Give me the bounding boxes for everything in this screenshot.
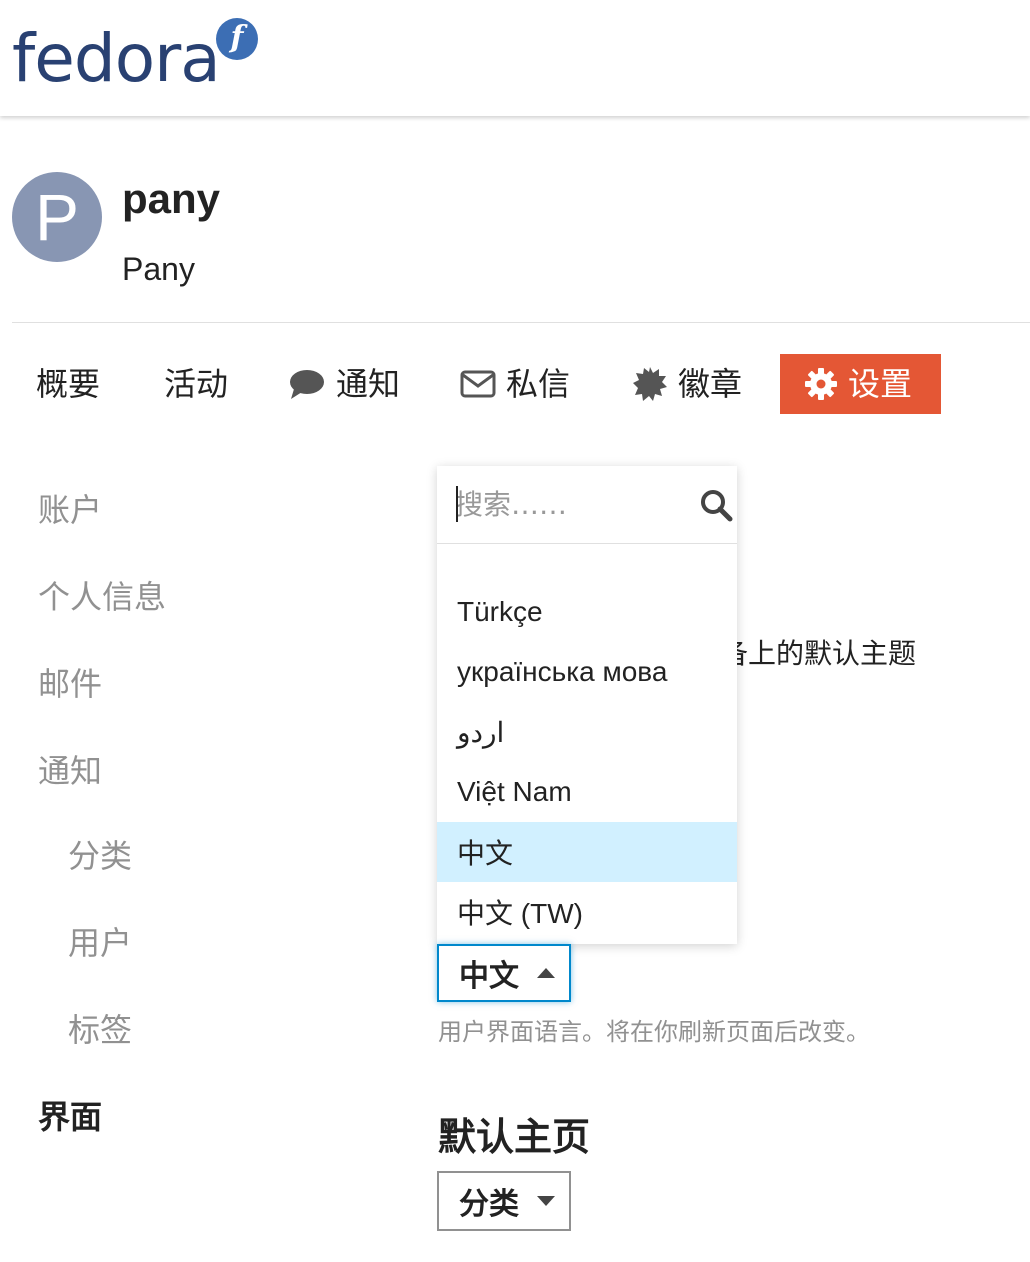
locale-select-value: 中文	[459, 959, 519, 994]
divider	[12, 322, 1030, 323]
homepage-title: 默认主页	[438, 1115, 591, 1159]
side-item-categories[interactable]: 分类	[68, 840, 132, 872]
side-item-users[interactable]: 用户	[68, 927, 132, 959]
nav-activity[interactable]: 活动	[164, 354, 228, 414]
nav-summary[interactable]: 概要	[36, 354, 100, 414]
locale-option-urdu[interactable]: اردو	[437, 702, 737, 762]
username: pany	[122, 175, 221, 222]
locale-select[interactable]: 中文	[437, 944, 571, 1002]
side-item-emails[interactable]: 邮件	[38, 668, 102, 700]
text-cursor	[456, 486, 458, 522]
locale-option-chinese-tw[interactable]: 中文 (TW)	[437, 882, 737, 942]
nav-notifications-label: 通知	[336, 365, 401, 403]
gear-icon	[804, 367, 838, 401]
locale-option-ukrainian[interactable]: українська мова	[437, 642, 737, 702]
caret-up-icon	[537, 968, 555, 978]
side-item-account[interactable]: 账户	[38, 494, 102, 526]
locale-search-input[interactable]	[455, 482, 695, 526]
side-item-interface[interactable]: 界面	[38, 1101, 102, 1133]
envelope-icon	[460, 370, 496, 398]
homepage-select-value: 分类	[459, 1187, 519, 1222]
locale-search	[437, 466, 737, 544]
nav-badges-label: 徽章	[678, 365, 743, 403]
caret-down-icon	[537, 1196, 555, 1206]
locale-help-text: 用户界面语言。将在你刷新页面后改变。	[438, 1018, 870, 1046]
search-icon	[699, 488, 733, 522]
nav-notifications[interactable]: 通知	[288, 354, 400, 414]
locale-option-vietnamese[interactable]: Việt Nam	[437, 762, 737, 822]
nav-messages-label: 私信	[506, 365, 571, 403]
side-item-notifications[interactable]: 通知	[38, 755, 102, 787]
nav-activity-label: 活动	[164, 365, 229, 403]
comment-icon	[288, 367, 326, 401]
homepage-select[interactable]: 分类	[437, 1171, 571, 1231]
side-item-profile[interactable]: 个人信息	[38, 581, 166, 613]
logo-wordmark: fedora	[12, 20, 221, 97]
nav-preferences-label: 设置	[848, 365, 913, 403]
side-item-tags[interactable]: 标签	[68, 1014, 132, 1046]
fedora-badge-icon: f	[216, 18, 258, 60]
nav-preferences[interactable]: 设置	[780, 354, 941, 414]
nav-badges[interactable]: 徽章	[632, 354, 742, 414]
fedora-logo[interactable]: fedora f	[12, 14, 262, 100]
full-name: Pany	[122, 251, 195, 287]
site-header: fedora f	[0, 0, 1030, 116]
certificate-icon	[632, 366, 668, 402]
locale-option-turkish[interactable]: Türkçe	[437, 582, 737, 642]
nav-summary-label: 概要	[36, 365, 101, 403]
locale-dropdown: ไทย Türkçe українська мова اردو Việt Nam…	[437, 466, 737, 944]
default-theme-label: 备上的默认主题	[720, 637, 917, 670]
nav-messages[interactable]: 私信	[460, 354, 570, 414]
locale-option-chinese[interactable]: 中文	[437, 822, 737, 882]
user-nav: 概要 活动 通知 私信 徽章 设置	[0, 354, 1030, 414]
avatar[interactable]: P	[12, 172, 102, 262]
